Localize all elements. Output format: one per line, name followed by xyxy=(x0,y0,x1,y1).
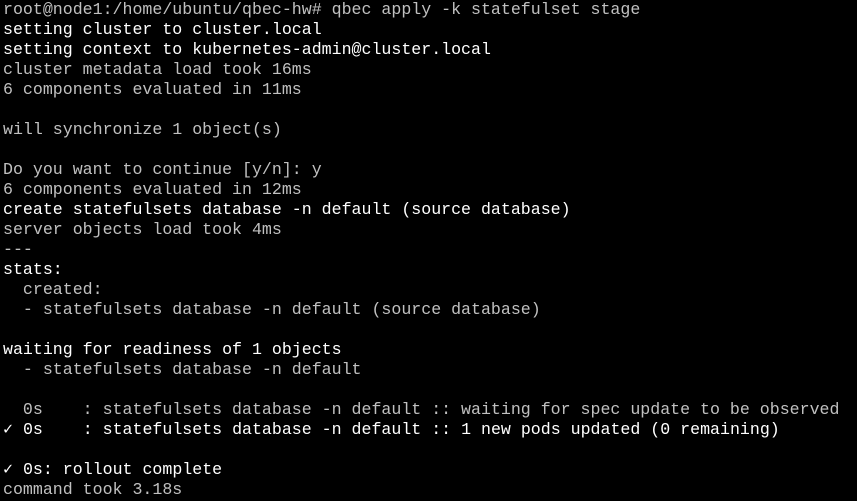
terminal-line: server objects load took 4ms xyxy=(3,220,282,239)
terminal-line: setting cluster to cluster.local xyxy=(3,20,322,39)
terminal-line: - statefulsets database -n default (sour… xyxy=(3,300,541,319)
terminal-output[interactable]: root@node1:/home/ubuntu/qbec-hw# qbec ap… xyxy=(3,0,857,501)
terminal-line: ✓ 0s: rollout complete xyxy=(3,460,223,479)
terminal-line: cluster metadata load took 16ms xyxy=(3,60,312,79)
terminal-line: stats: xyxy=(3,260,63,279)
terminal-line: 0s : statefulsets database -n default ::… xyxy=(3,400,840,419)
terminal-line: create statefulsets database -n default … xyxy=(3,200,571,219)
terminal-line: --- xyxy=(3,240,33,259)
terminal-line: - statefulsets database -n default xyxy=(3,360,362,379)
terminal-line: Do you want to continue [y/n]: y xyxy=(3,160,322,179)
terminal-line: root@node1:/home/ubuntu/qbec-hw# qbec ap… xyxy=(3,0,641,19)
terminal-line: setting context to kubernetes-admin@clus… xyxy=(3,40,491,59)
terminal-line: ✓ 0s : statefulsets database -n default … xyxy=(3,420,780,439)
terminal-line: 6 components evaluated in 12ms xyxy=(3,180,302,199)
terminal-line: command took 3.18s xyxy=(3,480,183,499)
terminal-line: 6 components evaluated in 11ms xyxy=(3,80,302,99)
terminal-line: will synchronize 1 object(s) xyxy=(3,120,282,139)
terminal-line: waiting for readiness of 1 objects xyxy=(3,340,342,359)
terminal-line: created: xyxy=(3,280,103,299)
